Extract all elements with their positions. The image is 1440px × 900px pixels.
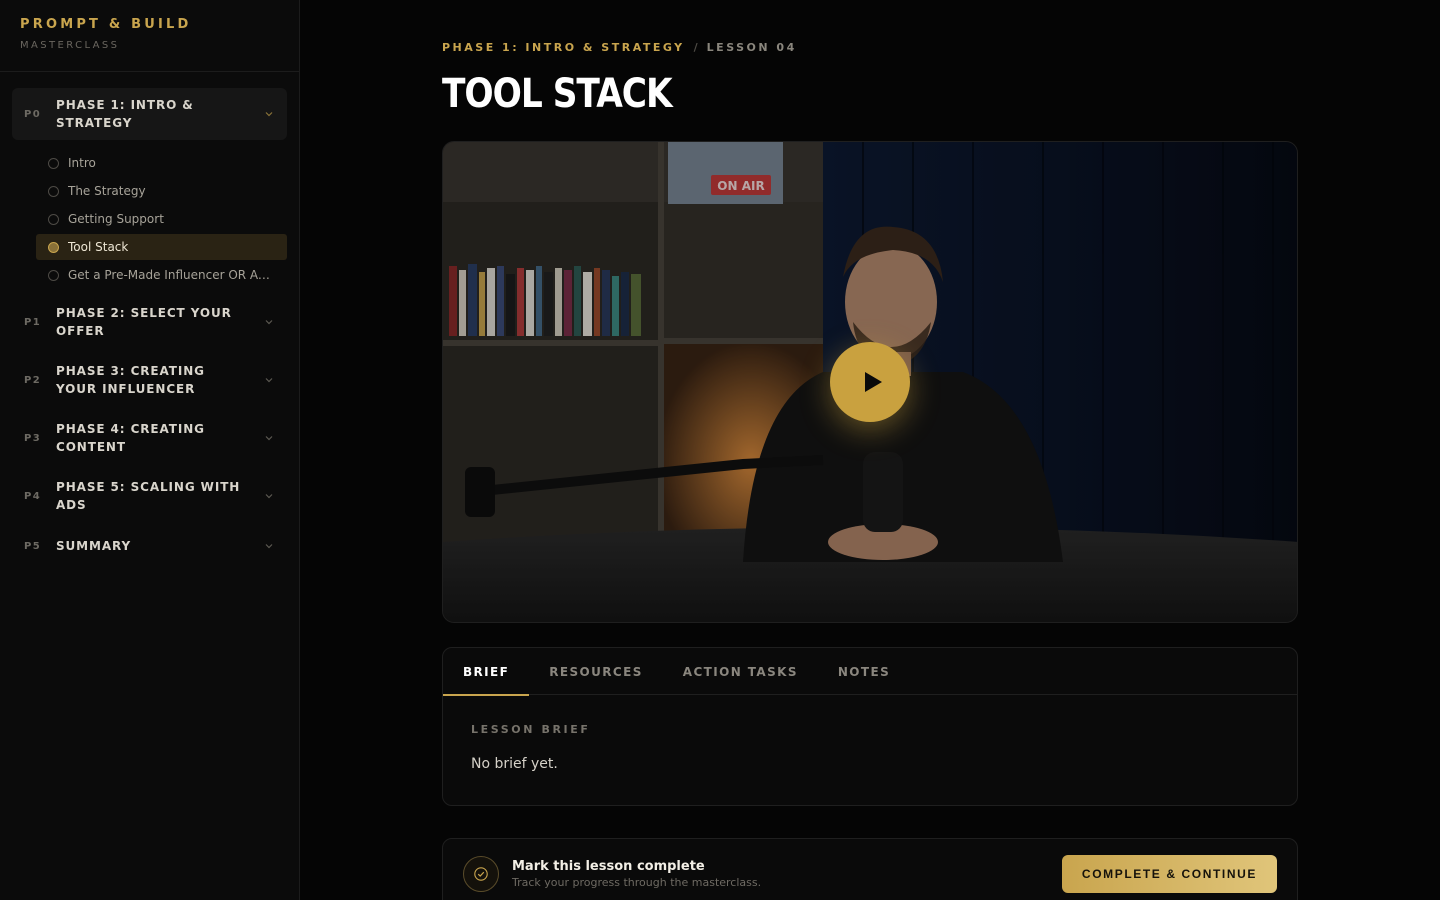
lesson-tabs-panel: BRIEF RESOURCES ACTION TASKS NOTES LESSO… [442, 647, 1298, 806]
course-nav: P0 PHASE 1: INTRO & STRATEGY Intro The S… [0, 72, 299, 564]
phase-p1[interactable]: P1 PHASE 2: SELECT YOUR OFFER [12, 296, 287, 348]
lesson-main: PHASE 1: INTRO & STRATEGY / LESSON 04 TO… [442, 0, 1298, 900]
complete-continue-button[interactable]: COMPLETE & CONTINUE [1061, 855, 1277, 893]
breadcrumb-lesson: LESSON 04 [706, 40, 797, 54]
sidebar: PROMPT & BUILD MASTERCLASS P0 PHASE 1: I… [0, 0, 300, 900]
breadcrumb-separator: / [693, 40, 698, 54]
phase-name: PHASE 5: SCALING WITH ADS [56, 480, 241, 512]
completion-card: Mark this lesson complete Track your pro… [442, 838, 1298, 900]
lesson-label: Tool Stack [68, 240, 129, 254]
lesson-item[interactable]: Get a Pre-Made Influencer OR Att... [36, 262, 287, 288]
circle-icon [48, 269, 59, 281]
circle-icon [48, 213, 59, 225]
chevron-down-icon [263, 432, 275, 444]
completion-text: Mark this lesson complete Track your pro… [512, 859, 1062, 889]
phase-p2[interactable]: P2 PHASE 3: CREATING YOUR INFLUENCER [12, 354, 287, 406]
phase-p5[interactable]: P5 SUMMARY [12, 528, 287, 564]
brand-subtitle: MASTERCLASS [20, 40, 120, 51]
chevron-down-icon [263, 490, 275, 502]
brief-label: LESSON BRIEF [471, 723, 591, 736]
phase-code: P3 [24, 432, 42, 444]
chevron-down-icon [263, 316, 275, 328]
completion-subtitle: Track your progress through the mastercl… [512, 876, 762, 889]
brand-title: PROMPT & BUILD [20, 17, 192, 32]
lesson-item[interactable]: Getting Support [36, 206, 287, 232]
chevron-down-icon [263, 540, 275, 552]
lesson-list: Intro The Strategy Getting Support Tool … [12, 146, 287, 296]
phase-name: PHASE 4: CREATING CONTENT [56, 422, 205, 454]
tab-brief[interactable]: BRIEF [443, 648, 530, 696]
phase-name: PHASE 1: INTRO & STRATEGY [56, 98, 194, 130]
tab-bar: BRIEF RESOURCES ACTION TASKS NOTES [443, 648, 1297, 696]
phase-p4[interactable]: P4 PHASE 5: SCALING WITH ADS [12, 470, 287, 522]
lesson-label: Intro [68, 156, 96, 170]
phase-code: P5 [24, 540, 42, 552]
tab-resources[interactable]: RESOURCES [529, 648, 663, 695]
phase-name: PHASE 3: CREATING YOUR INFLUENCER [56, 364, 205, 396]
breadcrumb: PHASE 1: INTRO & STRATEGY / LESSON 04 [442, 40, 1298, 54]
lesson-item-active[interactable]: Tool Stack [36, 234, 287, 260]
phase-code: P4 [24, 490, 42, 502]
chevron-down-icon [263, 374, 275, 386]
completion-title: Mark this lesson complete [512, 859, 705, 874]
video-player[interactable]: ON AIR [442, 141, 1298, 623]
brief-text: No brief yet. [471, 756, 558, 772]
lesson-label: The Strategy [68, 184, 146, 198]
circle-icon [48, 241, 59, 253]
check-circle-icon [463, 856, 499, 892]
lesson-item[interactable]: The Strategy [36, 178, 287, 204]
brand: PROMPT & BUILD MASTERCLASS [0, 0, 299, 72]
tab-action-tasks[interactable]: ACTION TASKS [663, 648, 818, 695]
chevron-down-icon [263, 108, 275, 120]
phase-p0[interactable]: P0 PHASE 1: INTRO & STRATEGY [12, 88, 287, 140]
lesson-item[interactable]: Intro [36, 150, 287, 176]
phase-name: SUMMARY [56, 539, 132, 553]
circle-icon [48, 185, 59, 197]
page-title: TOOL STACK [442, 71, 673, 117]
phase-code: P0 [24, 108, 42, 120]
lesson-label: Getting Support [68, 212, 164, 226]
lesson-label: Get a Pre-Made Influencer OR Att... [68, 268, 273, 282]
phase-name: PHASE 2: SELECT YOUR OFFER [56, 306, 232, 338]
phase-code: P1 [24, 316, 42, 328]
tab-notes[interactable]: NOTES [818, 648, 910, 695]
phase-code: P2 [24, 374, 42, 386]
play-icon [864, 372, 882, 392]
brief-content: LESSON BRIEF No brief yet. [443, 695, 1297, 800]
phase-p3[interactable]: P3 PHASE 4: CREATING CONTENT [12, 412, 287, 464]
breadcrumb-phase[interactable]: PHASE 1: INTRO & STRATEGY [442, 41, 685, 54]
play-button[interactable] [830, 342, 910, 422]
circle-icon [48, 157, 59, 169]
